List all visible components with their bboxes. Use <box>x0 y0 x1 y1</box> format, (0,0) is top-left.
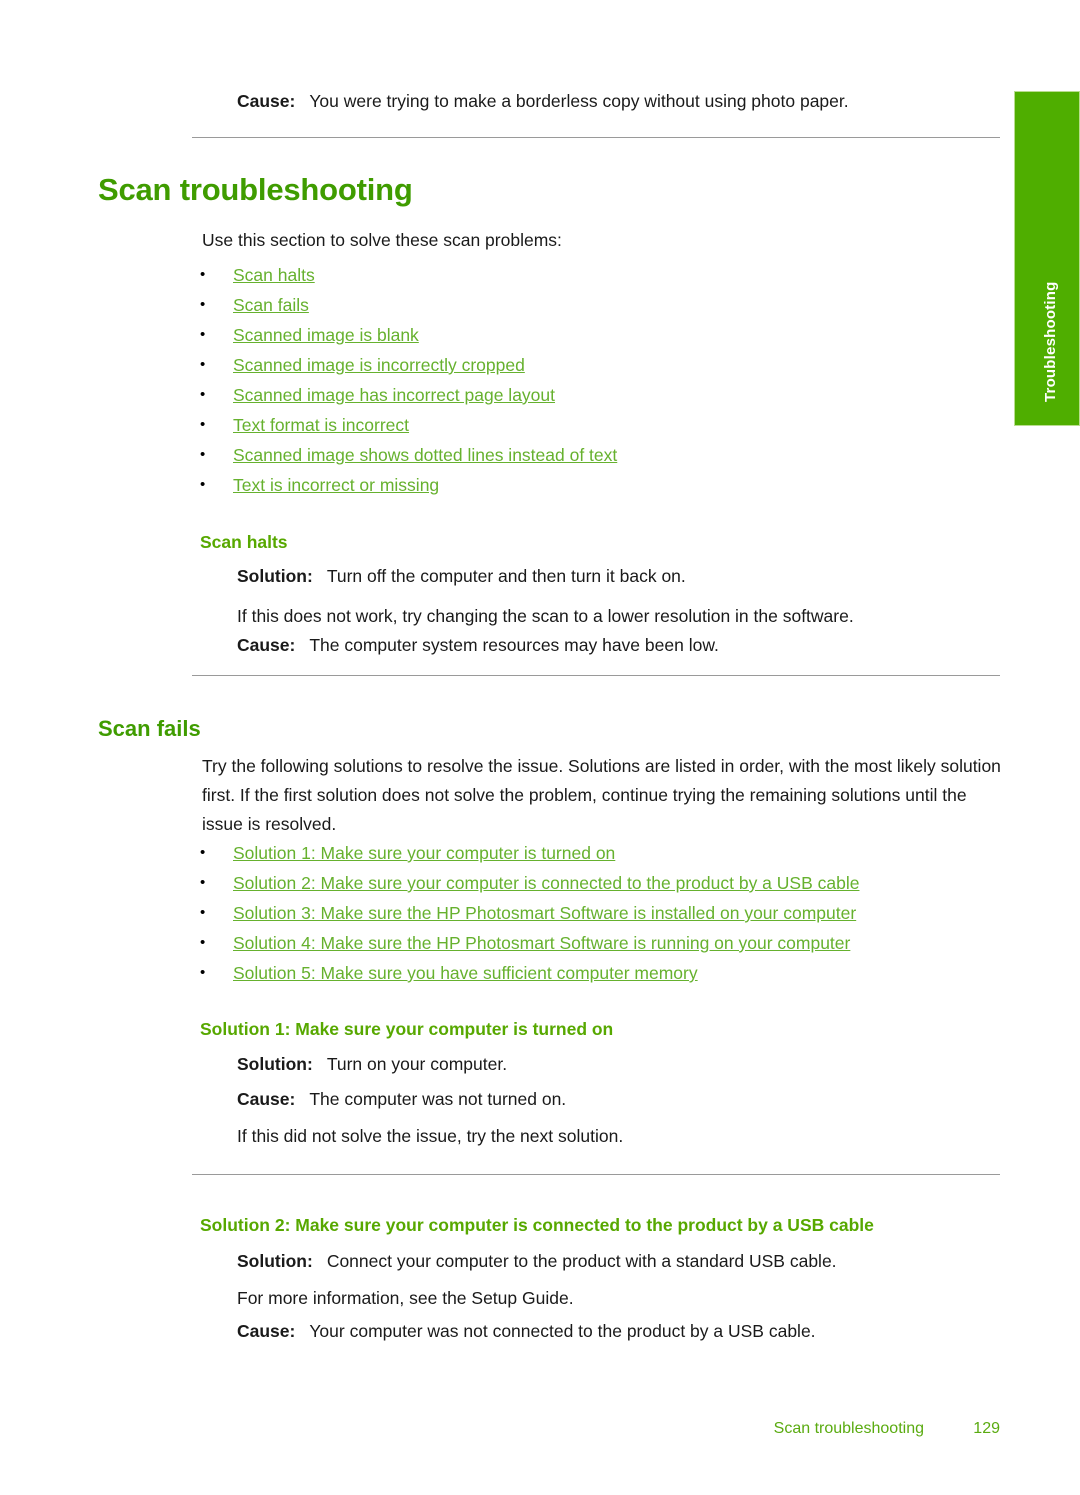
section-divider-2 <box>192 675 1000 676</box>
scan-fails-paragraph: Try the following solutions to resolve t… <box>202 756 1001 834</box>
solution-1-cause-line: Cause: The computer was not turned on. <box>237 1087 566 1111</box>
cause-text: The computer system resources may have b… <box>309 635 719 655</box>
link-solution-1[interactable]: Solution 1: Make sure your computer is t… <box>233 843 615 863</box>
cause-text: Your computer was not connected to the p… <box>309 1321 816 1341</box>
heading-solution-2: Solution 2: Make sure your computer is c… <box>200 1215 874 1235</box>
link-text-format-incorrect[interactable]: Text format is incorrect <box>233 415 409 435</box>
list-item: Scan fails <box>200 290 960 320</box>
solution-2-cause-line: Cause: Your computer was not connected to… <box>237 1319 816 1343</box>
list-item: Solution 1: Make sure your computer is t… <box>200 838 1010 868</box>
list-item: Scanned image is incorrectly cropped <box>200 350 960 380</box>
solution-text: Connect your computer to the product wit… <box>326 1251 837 1271</box>
solution-1-note: If this did not solve the issue, try the… <box>237 1126 624 1146</box>
footer-page-number: 129 <box>973 1420 1000 1437</box>
cause-label: Cause: <box>237 635 296 655</box>
page-title: Scan troubleshooting <box>98 172 413 207</box>
scan-halts-solution-line: Solution: Turn off the computer and then … <box>237 564 686 588</box>
cause-label: Cause: <box>237 1321 296 1341</box>
link-scan-fails[interactable]: Scan fails <box>233 295 309 315</box>
section-divider-3 <box>192 1174 1000 1175</box>
list-item: Scanned image is blank <box>200 320 960 350</box>
list-item: Scanned image has incorrect page layout <box>200 380 960 410</box>
solution-label: Solution: <box>237 1054 313 1074</box>
list-item: Solution 5: Make sure you have sufficien… <box>200 958 1010 988</box>
heading-solution-1: Solution 1: Make sure your computer is t… <box>200 1019 614 1039</box>
link-scanned-image-page-layout[interactable]: Scanned image has incorrect page layout <box>233 385 555 405</box>
list-item: Scan halts <box>200 260 960 290</box>
list-item: Scanned image shows dotted lines instead… <box>200 440 960 470</box>
intro-text: Use this section to solve these scan pro… <box>202 230 562 250</box>
solution-label: Solution: <box>237 566 313 586</box>
solution-label: Solution: <box>237 1251 313 1271</box>
list-item: Solution 4: Make sure the HP Photosmart … <box>200 928 1010 958</box>
solution-text: Turn off the computer and then turn it b… <box>326 566 686 586</box>
heading-scan-fails: Scan fails <box>98 716 201 741</box>
footer-section-name: Scan troubleshooting <box>773 1420 924 1437</box>
link-solution-2[interactable]: Solution 2: Make sure your computer is c… <box>233 873 859 893</box>
link-text-incorrect-missing[interactable]: Text is incorrect or missing <box>233 475 439 495</box>
link-solution-5[interactable]: Solution 5: Make sure you have sufficien… <box>233 963 698 983</box>
cause-line-top: Cause: You were trying to make a borderle… <box>237 89 849 113</box>
scan-halts-cause-line: Cause: The computer system resources may … <box>237 633 719 657</box>
solution-2-solution-line: Solution: Connect your computer to the pr… <box>237 1249 837 1273</box>
cause-text: The computer was not turned on. <box>309 1089 567 1109</box>
solution-link-list: Solution 1: Make sure your computer is t… <box>200 838 1010 988</box>
list-item: Solution 3: Make sure the HP Photosmart … <box>200 898 1010 928</box>
list-item: Text format is incorrect <box>200 410 960 440</box>
document-page: Troubleshooting Cause: You were trying to… <box>0 0 1080 1495</box>
link-solution-3[interactable]: Solution 3: Make sure the HP Photosmart … <box>233 903 856 923</box>
section-thumb-tab-label: Troubleshooting <box>1042 281 1059 403</box>
section-thumb-tab-troubleshooting: Troubleshooting <box>1014 91 1080 426</box>
solution-1-solution-line: Solution: Turn on your computer. <box>237 1052 507 1076</box>
link-scanned-image-cropped[interactable]: Scanned image is incorrectly cropped <box>233 355 525 375</box>
scan-halts-note: If this does not work, try changing the … <box>237 606 854 626</box>
cause-text: You were trying to make a borderless cop… <box>309 91 849 111</box>
solution-text: Turn on your computer. <box>326 1054 508 1074</box>
cause-label: Cause: <box>237 1089 296 1109</box>
problem-link-list: Scan halts Scan fails Scanned image is b… <box>200 260 960 500</box>
list-item: Text is incorrect or missing <box>200 470 960 500</box>
link-solution-4[interactable]: Solution 4: Make sure the HP Photosmart … <box>233 933 850 953</box>
link-scan-halts[interactable]: Scan halts <box>233 265 315 285</box>
heading-scan-halts: Scan halts <box>200 532 288 552</box>
section-divider-1 <box>192 137 1000 138</box>
solution-2-note: For more information, see the Setup Guid… <box>237 1288 574 1308</box>
link-dotted-lines[interactable]: Scanned image shows dotted lines instead… <box>233 445 617 465</box>
page-content: Cause: You were trying to make a borderle… <box>0 0 1014 1495</box>
link-scanned-image-blank[interactable]: Scanned image is blank <box>233 325 419 345</box>
cause-label: Cause: <box>237 91 296 111</box>
list-item: Solution 2: Make sure your computer is c… <box>200 868 1010 898</box>
page-footer: Scan troubleshooting 129 <box>0 1420 1014 1438</box>
